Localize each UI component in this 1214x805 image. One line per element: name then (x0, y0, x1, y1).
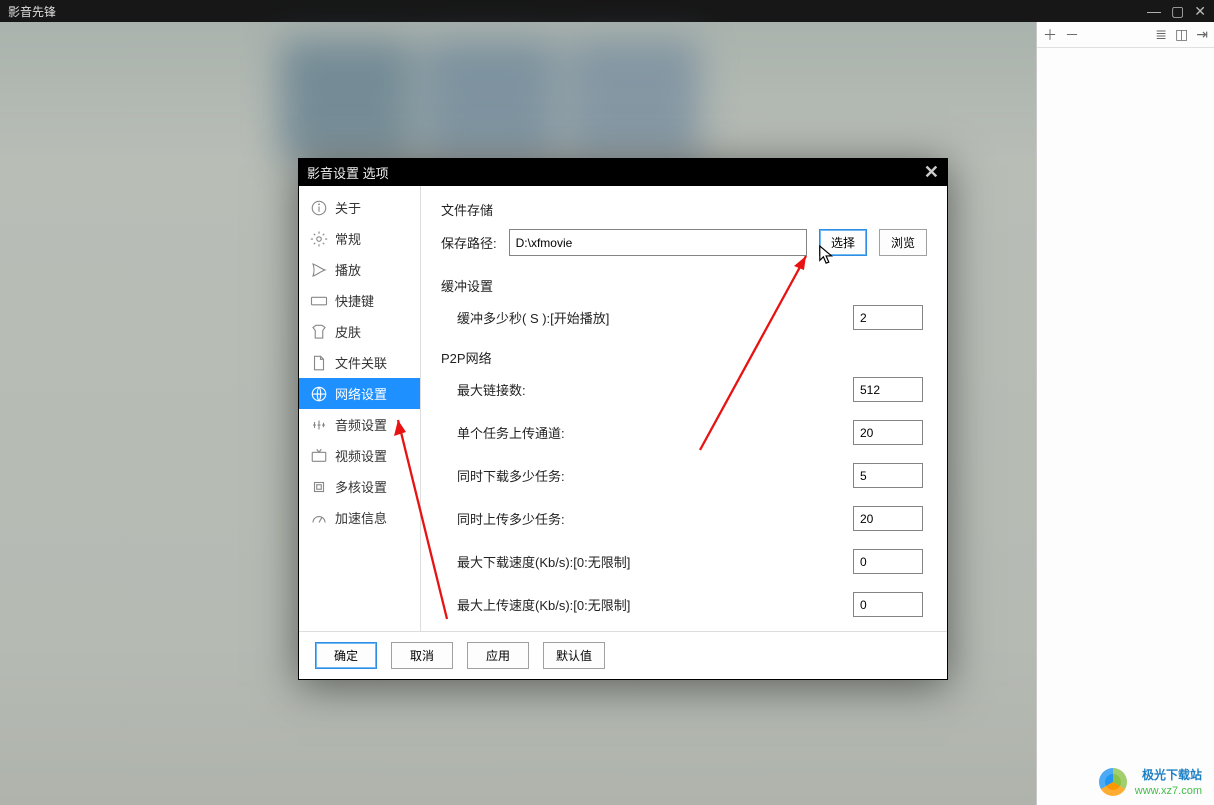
cpu-icon (309, 477, 329, 497)
max-dl-speed-input[interactable] (853, 549, 923, 574)
nav-video[interactable]: 视频设置 (299, 440, 420, 471)
nav-label: 皮肤 (335, 322, 361, 341)
list-icon[interactable]: ≣ (1155, 26, 1167, 43)
nav-label: 音频设置 (335, 415, 387, 434)
background-thumbnails (280, 40, 700, 160)
play-icon (309, 260, 329, 280)
max-ul-speed-label: 最大上传速度(Kb/s):[0:无限制] (457, 595, 717, 614)
default-button[interactable]: 默认值 (543, 642, 605, 669)
nav-label: 网络设置 (335, 384, 387, 403)
section-p2p-title: P2P网络 (441, 348, 927, 367)
save-path-label: 保存路径: (441, 233, 497, 252)
max-conn-label: 最大链接数: (457, 380, 717, 399)
nav-label: 快捷键 (335, 291, 374, 310)
minimize-icon[interactable]: ― (1147, 3, 1161, 19)
nav-label: 播放 (335, 260, 361, 279)
dialog-footer: 确定 取消 应用 默认值 (299, 631, 947, 679)
section-buffer-title: 缓冲设置 (441, 276, 927, 295)
nav-multicore[interactable]: 多核设置 (299, 471, 420, 502)
settings-nav: 关于 常规 播放 快捷键 皮肤 文件关联 (299, 186, 421, 631)
nav-playback[interactable]: 播放 (299, 254, 420, 285)
tshirt-icon (309, 322, 329, 342)
nav-accel[interactable]: 加速信息 (299, 502, 420, 533)
nav-label: 文件关联 (335, 353, 387, 372)
nav-label: 常规 (335, 229, 361, 248)
nav-label: 关于 (335, 198, 361, 217)
cancel-button[interactable]: 取消 (391, 642, 453, 669)
dialog-titlebar: 影音设置 选项 ✕ (299, 159, 947, 186)
nav-skin[interactable]: 皮肤 (299, 316, 420, 347)
upload-channel-input[interactable] (853, 420, 923, 445)
nav-audio[interactable]: 音频设置 (299, 409, 420, 440)
audio-icon (309, 415, 329, 435)
section-storage-title: 文件存储 (441, 200, 927, 219)
grid-icon[interactable]: ◫ (1175, 26, 1188, 43)
ul-tasks-input[interactable] (853, 506, 923, 531)
nav-label: 视频设置 (335, 446, 387, 465)
nav-about[interactable]: 关于 (299, 192, 420, 223)
gear-icon (309, 229, 329, 249)
nav-general[interactable]: 常规 (299, 223, 420, 254)
app-titlebar: 影音先锋 ― ▢ ✕ (0, 0, 1214, 22)
settings-content: 文件存储 保存路径: 选择 浏览 缓冲设置 缓冲多少秒( S ):[开始播放] … (421, 186, 947, 631)
globe-icon (309, 384, 329, 404)
ok-button[interactable]: 确定 (315, 642, 377, 669)
add-icon[interactable]: ＋ (1043, 25, 1057, 45)
buffer-sec-input[interactable] (853, 305, 923, 330)
maximize-icon[interactable]: ▢ (1171, 3, 1184, 20)
watermark-line2: www.xz7.com (1135, 785, 1202, 797)
watermark-logo-icon (1099, 768, 1127, 796)
side-panel-toolbar: ＋ － ≣ ◫ ⇥ (1037, 22, 1214, 48)
dialog-title: 影音设置 选项 (307, 163, 389, 182)
keyboard-icon (309, 291, 329, 311)
nav-fileassoc[interactable]: 文件关联 (299, 347, 420, 378)
ul-tasks-label: 同时上传多少任务: (457, 509, 717, 528)
max-conn-input[interactable] (853, 377, 923, 402)
max-dl-speed-label: 最大下载速度(Kb/s):[0:无限制] (457, 552, 717, 571)
save-path-input[interactable] (509, 229, 807, 256)
nav-label: 加速信息 (335, 508, 387, 527)
nav-network[interactable]: 网络设置 (299, 378, 420, 409)
nav-hotkey[interactable]: 快捷键 (299, 285, 420, 316)
tv-icon (309, 446, 329, 466)
file-icon (309, 353, 329, 373)
side-panel: ＋ － ≣ ◫ ⇥ (1036, 22, 1214, 805)
settings-dialog: 影音设置 选项 ✕ 关于 常规 播放 快捷键 皮肤 (298, 158, 948, 680)
remove-icon[interactable]: － (1065, 25, 1079, 45)
apply-button[interactable]: 应用 (467, 642, 529, 669)
browse-path-button[interactable]: 浏览 (879, 229, 927, 256)
collapse-icon[interactable]: ⇥ (1196, 26, 1208, 43)
select-path-button[interactable]: 选择 (819, 229, 867, 256)
gauge-icon (309, 508, 329, 528)
dialog-close-icon[interactable]: ✕ (924, 162, 939, 183)
max-ul-speed-input[interactable] (853, 592, 923, 617)
dl-tasks-input[interactable] (853, 463, 923, 488)
watermark: 极光下载站 www.xz7.com (1099, 766, 1202, 797)
nav-label: 多核设置 (335, 477, 387, 496)
dl-tasks-label: 同时下载多少任务: (457, 466, 717, 485)
buffer-sec-label: 缓冲多少秒( S ):[开始播放] (457, 308, 717, 327)
app-title: 影音先锋 (8, 3, 56, 20)
upload-channel-label: 单个任务上传通道: (457, 423, 717, 442)
watermark-line1: 极光下载站 (1142, 768, 1202, 782)
close-app-icon[interactable]: ✕ (1194, 3, 1206, 20)
info-icon (309, 198, 329, 218)
